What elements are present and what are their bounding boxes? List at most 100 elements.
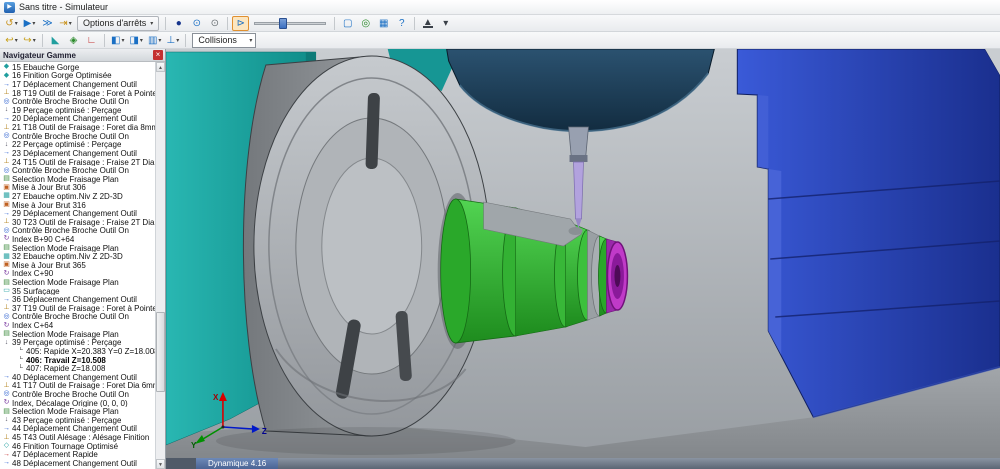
tree-item[interactable]: ▭35 Surfaçage <box>0 287 155 296</box>
tree-item-label: Index C+90 <box>12 270 53 279</box>
tool-display-button[interactable]: ⊥▾ <box>164 33 181 48</box>
zoom-fit-icon: ⊙ <box>211 17 219 30</box>
tree-item[interactable]: └405: Rapide X=20.383 Y=0 Z=18.008 <box>0 347 155 356</box>
tree-item-label: 21 T18 Outil de Fraisage : Foret dia 8mm… <box>12 123 155 132</box>
tree-item[interactable]: ▤Selection Mode Fraisage Plan <box>0 244 155 253</box>
help-button[interactable]: ? <box>393 16 410 31</box>
scrollbar-track[interactable] <box>156 72 165 459</box>
tree-item[interactable]: →29 Déplacement Changement Outil <box>0 209 155 218</box>
stock-compare-button[interactable]: ◣ <box>47 33 64 48</box>
render-mode-button[interactable]: ● <box>170 16 187 31</box>
window-titlebar[interactable]: ▶ Sans titre - Simulateur <box>0 0 1000 15</box>
tree-item[interactable]: ⊥24 T15 Outil de Fraisage : Fraise 2T Di… <box>0 158 155 167</box>
tree-item[interactable]: →20 Déplacement Changement Outil <box>0 115 155 124</box>
eject-button[interactable]: ▲ <box>419 16 436 31</box>
measure-button[interactable]: ∟ <box>83 33 100 48</box>
redo-view-button[interactable]: ↪▾ <box>21 33 38 48</box>
tree-item[interactable]: ▣Mise à Jour Brut 316 <box>0 201 155 210</box>
tree-item[interactable]: ◎Contrôle Broche Broche Outil On <box>0 313 155 322</box>
finish-icon: ◇ <box>2 442 11 450</box>
tree-item[interactable]: →17 Déplacement Changement Outil <box>0 80 155 89</box>
stock-icon: ◣ <box>52 34 60 47</box>
tree-item[interactable]: ▤Selection Mode Fraisage Plan <box>0 278 155 287</box>
compare-target-button[interactable]: ◎ <box>357 16 374 31</box>
tree-item[interactable]: ◆15 Ebauche Gorge <box>0 63 155 72</box>
navigator-title: Navigateur Gamme <box>3 51 76 60</box>
play-simulation-button[interactable]: ▶▾ <box>21 16 38 31</box>
close-icon[interactable]: × <box>153 50 163 60</box>
section-button[interactable]: ◧▾ <box>109 33 126 48</box>
tree-item[interactable]: └406: Travail Z=10.508 <box>0 356 155 365</box>
tree-item[interactable]: ▦32 Ebauche optim.Niv Z 2D-3D <box>0 252 155 261</box>
tree-item-label: 27 Ebauche optim.Niv Z 2D-3D <box>12 192 123 201</box>
tree-scrollbar[interactable]: ▲ ▼ <box>155 62 165 469</box>
tree-item[interactable]: ▣Mise à Jour Brut 306 <box>0 184 155 193</box>
collisions-combo[interactable]: Collisions▾ <box>192 33 256 48</box>
tree-item-label: 41 T17 Outil de Fraisage : Foret Dia 6mm <box>12 382 155 391</box>
undo-view-button[interactable]: ↩▾ <box>3 33 20 48</box>
tree-item[interactable]: ↻Index C+64 <box>0 321 155 330</box>
tree-item[interactable]: ◎Contrôle Broche Broche Outil On <box>0 390 155 399</box>
step-icon: └ <box>16 356 25 364</box>
tree-item[interactable]: ↻Index, Décalage Origine (0, 0, 0) <box>0 399 155 408</box>
tree-item[interactable]: ↻Index B+90 C+64 <box>0 235 155 244</box>
speed-slider[interactable] <box>254 17 326 30</box>
tree-item[interactable]: ↓22 Perçage optimisé : Perçage <box>0 140 155 149</box>
tree-item[interactable]: ▤Selection Mode Fraisage Plan <box>0 175 155 184</box>
navigator-panel: Navigateur Gamme × ◆15 Ebauche Gorge◆16 … <box>0 49 166 469</box>
tree-item-label: Contrôle Broche Broche Outil On <box>12 97 129 106</box>
save-button[interactable]: ▦ <box>375 16 392 31</box>
move-icon: → <box>2 81 11 89</box>
tree-item[interactable]: ⊥18 T19 Outil de Fraisage : Foret à Poin… <box>0 89 155 98</box>
scrollbar-thumb[interactable] <box>156 312 165 392</box>
target-part-button[interactable]: ◈ <box>65 33 82 48</box>
tree-item[interactable]: ↓43 Perçage optimisé : Perçage <box>0 416 155 425</box>
fast-forward-button[interactable]: ≫ <box>39 16 56 31</box>
tree-item[interactable]: ⊥21 T18 Outil de Fraisage : Foret dia 8m… <box>0 123 155 132</box>
tree-item[interactable]: ⊥45 T43 Outil Alésage : Alésage Finition <box>0 433 155 442</box>
tree-item[interactable]: ◇46 Finition Tournage Optimisé <box>0 442 155 451</box>
tree-item[interactable]: ↓39 Perçage optimisé : Perçage <box>0 339 155 348</box>
run-to-button[interactable]: ⇥▾ <box>57 16 74 31</box>
tree-item[interactable]: ↓19 Perçage optimisé : Perçage <box>0 106 155 115</box>
tree-item[interactable]: ▦27 Ebauche optim.Niv Z 2D-3D <box>0 192 155 201</box>
tree-item[interactable]: ▤Selection Mode Fraisage Plan <box>0 407 155 416</box>
tree-item[interactable]: ◎Contrôle Broche Broche Outil On <box>0 97 155 106</box>
tree-item-label: 17 Déplacement Changement Outil <box>12 80 137 89</box>
tree-item[interactable]: ◎Contrôle Broche Broche Outil On <box>0 166 155 175</box>
restart-simulation-button[interactable]: ↺▾ <box>3 16 20 31</box>
tree-item[interactable]: ◎Contrôle Broche Broche Outil On <box>0 227 155 236</box>
viewport-3d-scene[interactable]: X Y Z <box>166 49 1000 458</box>
tree-item-label: 22 Perçage optimisé : Perçage <box>12 140 121 149</box>
analysis-button[interactable]: ◨▾ <box>127 33 144 48</box>
scroll-up-button[interactable]: ▲ <box>156 62 165 72</box>
status-bar: Dynamique 4.16 <box>166 458 1000 469</box>
scroll-down-button[interactable]: ▼ <box>156 459 165 469</box>
zoom-fit-button[interactable]: ⊙ <box>206 16 223 31</box>
more-tools-button[interactable]: ▾ <box>437 16 454 31</box>
report-button[interactable]: ▥▾ <box>146 33 163 48</box>
speed-mode-button[interactable]: ⊳ <box>232 16 249 31</box>
zoom-window-button[interactable]: ⊙ <box>188 16 205 31</box>
tree-item[interactable]: ◆16 Finition Gorge Optimisée <box>0 72 155 81</box>
tree-item[interactable]: →36 Déplacement Changement Outil <box>0 295 155 304</box>
tree-item[interactable]: └407: Rapide Z=18.008 <box>0 364 155 373</box>
spindle-icon: ◎ <box>2 132 11 140</box>
tree-item[interactable]: ◎Contrôle Broche Broche Outil On <box>0 132 155 141</box>
collisions-combo-label: Collisions <box>198 35 237 45</box>
tree-item[interactable]: ↻Index C+90 <box>0 270 155 279</box>
tree-item[interactable]: ▣Mise à Jour Brut 365 <box>0 261 155 270</box>
tree-item[interactable]: →23 Déplacement Changement Outil <box>0 149 155 158</box>
screen-capture-button[interactable]: ▢ <box>339 16 356 31</box>
slider-thumb[interactable] <box>279 18 287 29</box>
tree-item[interactable]: ▤Selection Mode Fraisage Plan <box>0 330 155 339</box>
tree-item[interactable]: →44 Déplacement Changement Outil <box>0 425 155 434</box>
toolbar-separator <box>42 34 43 47</box>
tree-item[interactable]: ⊥41 T17 Outil de Fraisage : Foret Dia 6m… <box>0 382 155 391</box>
tree-item[interactable]: ⊥37 T19 Outil de Fraisage : Foret à Poin… <box>0 304 155 313</box>
stop-options-button[interactable]: Options d'arrêts▾ <box>77 16 159 31</box>
tree-item[interactable]: ⊥30 T23 Outil de Fraisage : Fraise 2T Di… <box>0 218 155 227</box>
tree-item[interactable]: →48 Déplacement Changement Outil <box>0 459 155 468</box>
tree-item[interactable]: →40 Déplacement Changement Outil <box>0 373 155 382</box>
tree-item[interactable]: →47 Déplacement Rapide <box>0 450 155 459</box>
